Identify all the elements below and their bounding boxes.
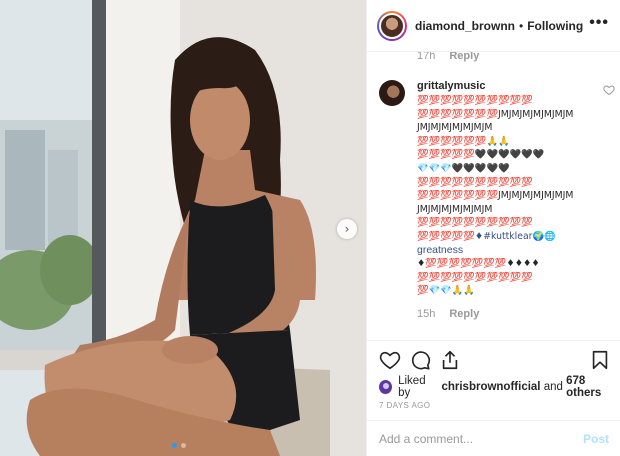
post-header: diamond_brownn • Following ••• [367,0,620,52]
share-icon[interactable] [439,349,461,371]
comment-body: grittalymusic 💯💯💯💯💯💯💯💯💯💯 💯💯💯💯💯💯💯JMJMJMJM… [417,80,597,320]
comment-meta: 15h Reply [417,308,597,320]
likes-prefix: Liked by [398,375,426,399]
post-timestamp[interactable]: 7 DAYS AGO [379,401,430,410]
liker-username[interactable]: chrisbrownofficial [441,381,540,393]
comment-text: 💯💯💯💯💯💯💯💯💯💯 💯💯💯💯💯💯💯JMJMJMJMJMJMJM JMJMJMJ… [417,94,597,298]
avatar-image [379,12,405,39]
commenter-username[interactable]: grittalymusic [417,80,597,92]
post-detail-panel: diamond_brownn • Following ••• 17h Reply… [366,0,620,456]
post-button[interactable]: Post [583,432,609,446]
post-image [0,0,366,456]
comment-line: 💯💎💎🙏🙏 [417,285,475,297]
liker-avatar[interactable] [379,380,393,394]
heart-icon[interactable] [379,349,401,371]
action-bar [367,340,620,378]
comment-line: 💯💯💯💯💯🖤🖤🖤🖤🖤🖤 [417,149,545,161]
author-avatar[interactable] [377,10,407,41]
reply-button[interactable]: Reply [449,52,479,62]
comment-line: 💯💯💯💯💯💯💯💯💯💯 [417,176,533,188]
comment-line: 💯💯💯💯💯💯💯JMJMJMJMJMJMJM [417,190,574,202]
comment-line: 💯💯💯💯💯💯💯JMJMJMJMJMJMJM [417,108,574,120]
commenter-avatar[interactable] [379,80,405,106]
comment-like-heart-icon[interactable] [603,84,615,96]
comment-line: 💯💯💯💯💯💯💯💯💯💯 [417,95,533,106]
hashtag-link[interactable]: greatness [417,244,597,258]
reply-button[interactable]: Reply [449,308,479,320]
comments-list[interactable]: 17h Reply grittalymusic 💯💯💯💯💯💯💯💯💯💯 💯💯💯💯💯… [367,52,620,340]
carousel-dot-active [172,443,177,448]
comment-line: JMJMJMJMJMJMJM [417,203,493,215]
header-separator: • [519,18,524,33]
previous-comment-meta: 17h Reply [417,52,479,62]
comment-line: 💯💯💯💯💯💯🙏🙏 [417,135,510,147]
bookmark-icon[interactable] [589,349,611,371]
comment-line: ♦💯💯💯💯💯💯💯♦♦♦♦ [417,258,540,270]
likes-middle: and [543,381,563,393]
comment-line: 💯💯💯💯💯💯💯💯💯💯 [417,217,533,229]
comment-line: 💯💯💯💯💯💯💯💯💯💯 [417,271,533,283]
more-options-icon[interactable]: ••• [589,14,609,32]
likes-summary: Liked by chrisbrownofficial and 678 othe… [379,375,620,399]
carousel-dots [172,443,186,448]
comment-line: 💎💎💎🖤🖤🖤🖤🖤 [417,162,510,174]
author-username[interactable]: diamond_brownn [415,19,515,33]
following-button[interactable]: Following [527,19,583,33]
add-comment-bar: Post [367,420,620,456]
comment-line-hashtag[interactable]: 💯💯💯💯💯♦#kuttklear🌍🌐 [417,230,597,244]
comment-time: 17h [417,52,436,62]
carousel-dot [181,443,186,448]
chevron-right-icon: › [344,222,350,236]
carousel-next-button[interactable]: › [337,219,357,239]
post-photo[interactable]: › [0,0,366,456]
comment-icon[interactable] [409,349,431,371]
comment-line: JMJMJMJMJMJMJM [417,122,493,134]
likes-others-link[interactable]: 678 others [566,375,620,399]
comment-time: 15h [417,307,436,320]
comment-input[interactable] [379,431,583,446]
